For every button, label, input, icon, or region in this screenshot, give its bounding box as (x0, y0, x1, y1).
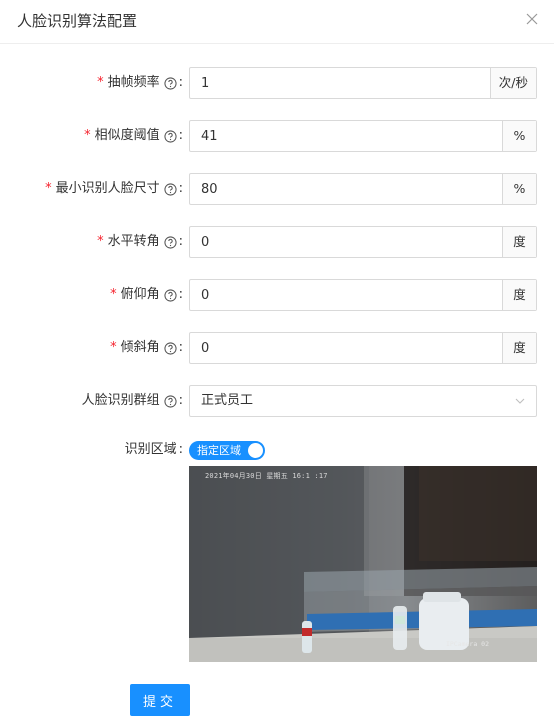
required-mark: * (110, 287, 117, 302)
pitch-unit: 度 (502, 280, 536, 310)
yaw-input[interactable] (190, 227, 502, 257)
yaw-label: * 水平转角 : (97, 226, 183, 258)
label-colon: : (178, 442, 183, 457)
help-icon[interactable] (164, 235, 177, 249)
label-colon: : (178, 128, 183, 143)
row-similarity: * 相似度阈值 : % (0, 120, 554, 152)
row-min-face-size: * 最小识别人脸尺寸 : % (0, 173, 554, 205)
roll-label: * 倾斜角 : (110, 332, 183, 364)
label-colon: : (178, 287, 183, 302)
min-face-size-label: * 最小识别人脸尺寸 : (45, 173, 183, 205)
face-group-selected: 正式员工 (201, 393, 254, 408)
frame-rate-unit: 次/秒 (489, 68, 536, 98)
region-label-text: 识别区域 (124, 442, 177, 457)
row-face-group: 人脸识别群组 : 正式员工 (0, 385, 554, 417)
face-group-label-text: 人脸识别群组 (81, 393, 160, 408)
min-face-size-input[interactable] (190, 174, 502, 204)
label-colon: : (178, 181, 183, 196)
roll-unit: 度 (502, 333, 536, 363)
required-mark: * (84, 128, 91, 143)
min-face-size-label-text: 最小识别人脸尺寸 (55, 181, 160, 196)
required-mark: * (110, 340, 117, 355)
help-icon[interactable] (164, 394, 177, 408)
label-colon: : (178, 75, 183, 90)
chevron-down-icon (514, 395, 526, 407)
frame-rate-input[interactable] (190, 68, 490, 98)
required-mark: * (45, 181, 52, 196)
yaw-field: 度 (189, 226, 537, 258)
row-yaw: * 水平转角 : 度 (0, 226, 554, 258)
roll-field: 度 (189, 332, 537, 364)
yaw-label-text: 水平转角 (107, 234, 160, 249)
similarity-unit: % (502, 121, 536, 151)
camera-scene (189, 466, 537, 662)
frame-rate-field: 次/秒 (189, 67, 537, 99)
pitch-label: * 俯仰角 : (110, 279, 183, 311)
region-preview-image[interactable]: 2021年04月30日 星期五 16:1 :17 IPCamera 02 (189, 466, 537, 662)
region-switch[interactable]: 指定区域 (189, 441, 265, 460)
frame-rate-label: * 抽帧频率 : (97, 67, 183, 99)
similarity-label-text: 相似度阈值 (94, 128, 160, 143)
row-frame-rate: * 抽帧频率 : 次/秒 (0, 67, 554, 99)
close-icon[interactable] (522, 9, 542, 29)
dialog-header: 人脸识别算法配置 (0, 0, 554, 44)
label-colon: : (178, 234, 183, 249)
similarity-field: % (189, 120, 537, 152)
help-icon[interactable] (164, 182, 177, 196)
config-dialog: 人脸识别算法配置 * 抽帧频率 : 次/秒 * 相似度阈值 : % (0, 0, 554, 728)
label-colon: : (178, 340, 183, 355)
face-group-select[interactable]: 正式员工 (189, 385, 537, 417)
label-colon: : (178, 393, 183, 408)
row-region: 识别区域 : 指定区域 (0, 434, 554, 466)
camera-osd-timestamp: 2021年04月30日 星期五 16:1 :17 (205, 472, 328, 480)
region-switch-text: 指定区域 (197, 444, 241, 457)
roll-label-text: 倾斜角 (120, 340, 160, 355)
switch-knob (248, 443, 263, 458)
min-face-size-field: % (189, 173, 537, 205)
region-label: 识别区域 : (125, 434, 183, 466)
required-mark: * (97, 234, 104, 249)
min-face-size-unit: % (502, 174, 536, 204)
pitch-input[interactable] (190, 280, 502, 310)
pitch-label-text: 俯仰角 (120, 287, 160, 302)
row-roll: * 倾斜角 : 度 (0, 332, 554, 364)
camera-name-label: IPCamera 02 (445, 640, 489, 648)
face-group-label: 人脸识别群组 : (82, 385, 183, 417)
yaw-unit: 度 (502, 227, 536, 257)
row-pitch: * 俯仰角 : 度 (0, 279, 554, 311)
help-icon[interactable] (164, 341, 177, 355)
submit-button[interactable]: 提交 (130, 684, 190, 716)
help-icon[interactable] (164, 288, 177, 302)
help-icon[interactable] (164, 129, 177, 143)
pitch-field: 度 (189, 279, 537, 311)
help-icon[interactable] (164, 76, 177, 90)
roll-input[interactable] (190, 333, 502, 363)
similarity-input[interactable] (190, 121, 502, 151)
frame-rate-label-text: 抽帧频率 (107, 75, 160, 90)
required-mark: * (97, 75, 104, 90)
similarity-label: * 相似度阈值 : (84, 120, 183, 152)
dialog-title: 人脸识别算法配置 (17, 12, 138, 30)
